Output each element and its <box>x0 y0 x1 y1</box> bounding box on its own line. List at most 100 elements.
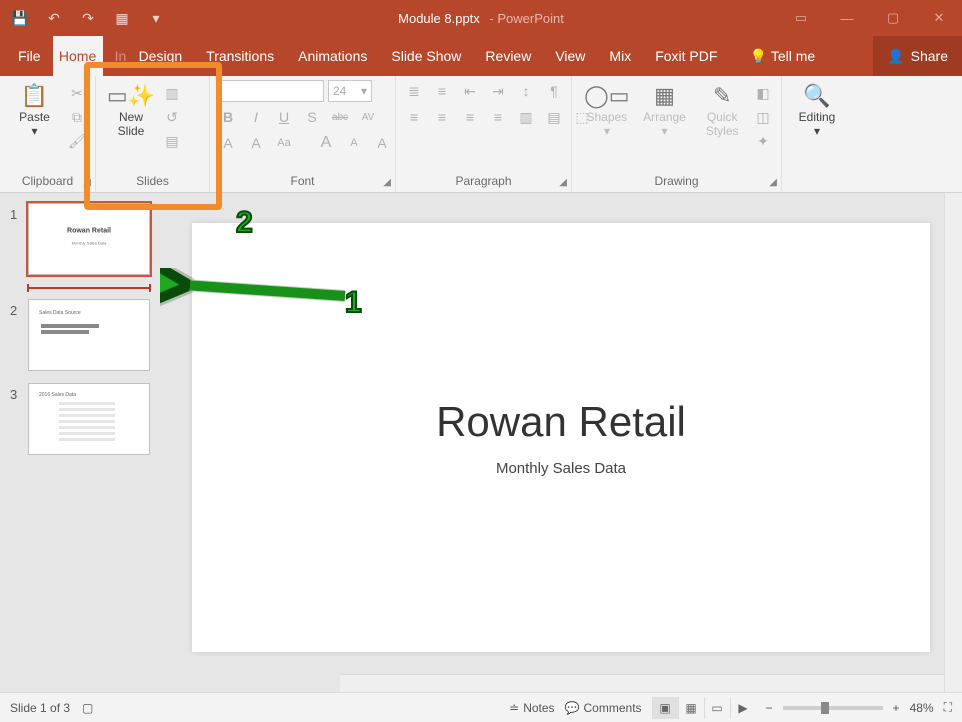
thumb3-title: 2016 Sales Data <box>39 392 76 398</box>
tab-insert[interactable]: Insert <box>103 36 127 76</box>
tab-slideshow[interactable]: Slide Show <box>379 36 473 76</box>
font-family-combo[interactable] <box>216 80 324 102</box>
tab-animations[interactable]: Animations <box>286 36 379 76</box>
start-from-beginning-button[interactable]: ▦ <box>108 4 136 32</box>
shapes-icon: ◯▭ <box>578 82 636 110</box>
new-slide-icon: ▭✨ <box>102 82 160 110</box>
reading-view-button[interactable]: ▭ <box>704 697 730 719</box>
grow-font-button[interactable]: A <box>314 132 338 154</box>
quick-access-toolbar: 💾 ↶ ↷ ▦ ▾ <box>0 4 170 32</box>
thumbnail-slide-3[interactable]: 2016 Sales Data <box>28 383 150 455</box>
group-label-editing <box>788 172 846 192</box>
zoom-in-button[interactable]: + <box>893 701 900 715</box>
shadow-button[interactable]: S <box>300 106 324 128</box>
highlight-button[interactable]: A <box>244 132 268 154</box>
thumbnail-slide-2[interactable]: Sales Data Source <box>28 299 150 371</box>
bold-button[interactable]: B <box>216 106 240 128</box>
decrease-indent-button[interactable]: ⇤ <box>458 80 482 102</box>
quick-styles-button[interactable]: ✎ Quick Styles <box>693 80 751 138</box>
clear-formatting-button[interactable]: A <box>370 132 394 154</box>
notes-button[interactable]: ≐ Notes <box>509 701 554 715</box>
reset-button[interactable]: ↺ <box>160 106 184 128</box>
slide-canvas[interactable]: Rowan Retail Monthly Sales Data <box>192 223 930 652</box>
tab-view[interactable]: View <box>543 36 597 76</box>
slide-sorter-view-button[interactable]: ▦ <box>678 697 704 719</box>
share-label: Share <box>911 48 948 64</box>
redo-button[interactable]: ↷ <box>74 4 102 32</box>
change-case-button[interactable]: Aa <box>272 132 296 154</box>
align-text-button[interactable]: ▤ <box>542 106 566 128</box>
tell-me-search[interactable]: 💡 Tell me <box>737 36 827 76</box>
minimize-button[interactable]: — <box>824 0 870 36</box>
italic-button[interactable]: I <box>244 106 268 128</box>
char-spacing-button[interactable]: AV <box>356 106 380 128</box>
share-button[interactable]: 👤 Share <box>873 36 962 76</box>
drawing-launcher[interactable]: ◢ <box>769 177 777 188</box>
font-color-button[interactable]: A <box>216 132 240 154</box>
font-launcher[interactable]: ◢ <box>383 177 391 188</box>
tab-mix[interactable]: Mix <box>597 36 643 76</box>
slideshow-view-button[interactable]: ▶ <box>730 697 756 719</box>
format-painter-button[interactable]: 🖌 <box>65 130 89 152</box>
zoom-out-button[interactable]: − <box>766 701 773 715</box>
tab-review[interactable]: Review <box>473 36 543 76</box>
slide-editor[interactable]: Rowan Retail Monthly Sales Data <box>170 193 962 692</box>
shapes-label: Shapes <box>578 110 636 124</box>
layout-button[interactable]: ▥ <box>160 82 184 104</box>
increase-indent-button[interactable]: ⇥ <box>486 80 510 102</box>
copy-button[interactable]: ⧉ <box>65 106 89 128</box>
tab-file[interactable]: File <box>6 36 53 76</box>
save-button[interactable]: 💾 <box>6 4 34 32</box>
section-button[interactable]: ▤ <box>160 130 184 152</box>
shape-outline-button[interactable]: ◫ <box>751 106 775 128</box>
align-center-button[interactable]: ≡ <box>430 106 454 128</box>
paragraph-launcher[interactable]: ◢ <box>559 177 567 188</box>
normal-view-button[interactable]: ▣ <box>652 697 678 719</box>
tab-foxit[interactable]: Foxit PDF <box>643 36 729 76</box>
thumb1-title: Rowan Retail <box>67 227 111 234</box>
arrange-button[interactable]: ▦ Arrange▾ <box>636 80 694 138</box>
numbering-button[interactable]: ≡ <box>430 80 454 102</box>
maximize-button[interactable]: ▢ <box>870 0 916 36</box>
cut-button[interactable]: ✂ <box>65 82 89 104</box>
slide-thumbnail-panel[interactable]: 1 Rowan Retail Monthly Sales Data 2 Sale… <box>0 193 170 692</box>
paste-button[interactable]: 📋 Paste ▾ <box>6 80 63 138</box>
thumbnail-slide-1[interactable]: Rowan Retail Monthly Sales Data <box>28 203 150 275</box>
line-spacing-button[interactable]: ↕ <box>514 80 538 102</box>
ribbon-options-button[interactable]: ▭ <box>778 0 824 36</box>
vertical-scrollbar[interactable] <box>944 193 962 692</box>
undo-button[interactable]: ↶ <box>40 4 68 32</box>
tell-me-label: Tell me <box>771 48 815 64</box>
slide-subtitle[interactable]: Monthly Sales Data <box>496 460 626 477</box>
justify-button[interactable]: ≡ <box>486 106 510 128</box>
tab-design[interactable]: Design <box>127 36 195 76</box>
customize-qat-button[interactable]: ▾ <box>142 4 170 32</box>
shapes-button[interactable]: ◯▭ Shapes▾ <box>578 80 636 138</box>
app-name: - PowerPoint <box>489 11 563 26</box>
underline-button[interactable]: U <box>272 106 296 128</box>
columns-button[interactable]: ▥ <box>514 106 538 128</box>
spell-check-icon[interactable]: ▢ <box>82 701 93 715</box>
bullets-button[interactable]: ≣ <box>402 80 426 102</box>
align-right-button[interactable]: ≡ <box>458 106 482 128</box>
slide-title[interactable]: Rowan Retail <box>436 398 686 446</box>
align-left-button[interactable]: ≡ <box>402 106 426 128</box>
slide-counter[interactable]: Slide 1 of 3 <box>10 701 70 715</box>
fit-to-window-button[interactable]: ⛶ <box>944 700 952 715</box>
editing-button[interactable]: 🔍 Editing▾ <box>788 80 846 138</box>
strikethrough-button[interactable]: abc <box>328 106 352 128</box>
tab-transitions[interactable]: Transitions <box>194 36 286 76</box>
text-direction-button[interactable]: ¶ <box>542 80 566 102</box>
shape-fill-button[interactable]: ◧ <box>751 82 775 104</box>
shape-effects-button[interactable]: ✦ <box>751 130 775 152</box>
comments-button[interactable]: 💬 Comments <box>565 701 642 715</box>
shrink-font-button[interactable]: A <box>342 132 366 154</box>
font-size-combo[interactable]: 24▾ <box>328 80 372 102</box>
clipboard-launcher[interactable]: ◢ <box>83 177 91 188</box>
tab-home[interactable]: Home <box>53 36 103 76</box>
zoom-slider[interactable] <box>783 706 883 710</box>
horizontal-scrollbar[interactable] <box>340 674 944 692</box>
close-button[interactable]: ✕ <box>916 0 962 36</box>
new-slide-button[interactable]: ▭✨ New Slide <box>102 80 160 138</box>
zoom-level[interactable]: 48% <box>910 701 934 715</box>
